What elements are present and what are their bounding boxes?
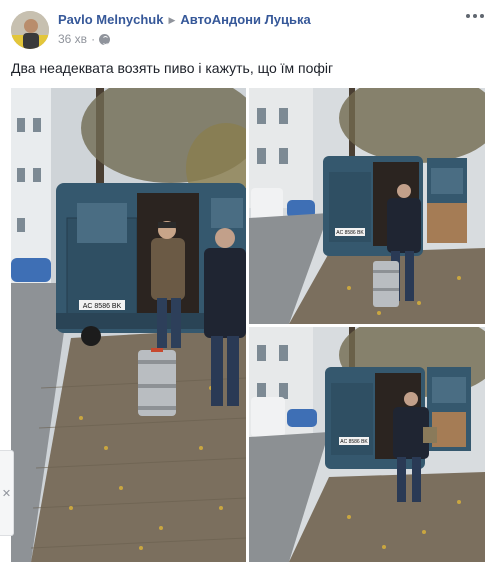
post-photo-top-right[interactable]: AC 8586 BK [249,88,485,324]
meta-separator: · [91,32,96,46]
post-timestamp-link[interactable]: 36 хв [58,32,87,46]
photo-main-plate: AC 8586 BK [83,303,122,310]
photo-bottom-right-plate: AC 8586 BK [340,439,368,445]
group-name-link[interactable]: АвтоАндони Луцька [180,12,310,27]
facebook-post: Pavlo Melnychuk ▶ АвтоАндони Луцька 36 хв … [0,0,496,567]
post-text: Два неадеквата возять пиво і кажуть, що … [11,60,334,76]
post-photo-main[interactable]: AC 8586 BK [11,88,246,562]
more-options-icon[interactable] [466,12,484,20]
post-header: Pavlo Melnychuk ▶ АвтоАндони Луцька [58,12,311,27]
author-name-link[interactable]: Pavlo Melnychuk [58,12,163,27]
close-icon[interactable]: ✕ [0,450,14,536]
globe-icon[interactable] [99,33,111,45]
post-photo-bottom-right[interactable]: AC 8586 BK [249,327,485,562]
author-avatar[interactable] [11,11,49,49]
photo-top-right-plate: AC 8586 BK [336,230,364,236]
triangle-right-icon: ▶ [168,15,176,25]
post-meta: 36 хв · [58,32,111,46]
